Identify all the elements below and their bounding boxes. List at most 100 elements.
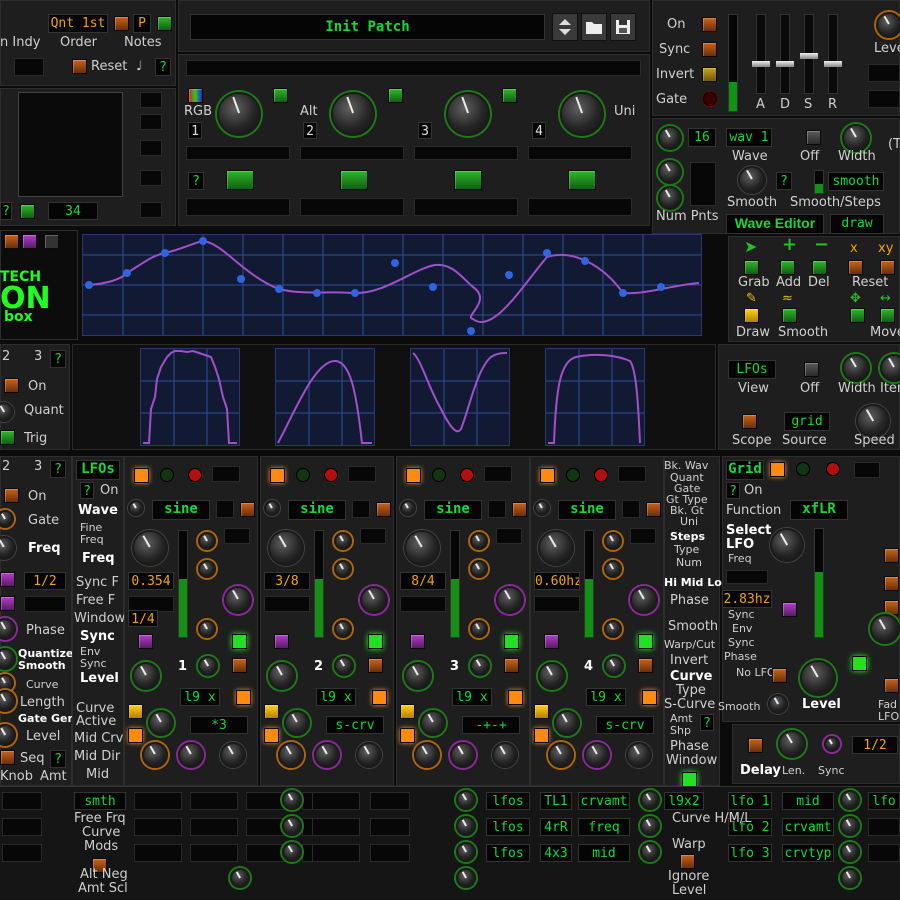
matrix-slot-0-y[interactable] bbox=[370, 792, 410, 810]
source-display[interactable]: grid bbox=[784, 412, 830, 431]
order-button[interactable] bbox=[114, 16, 129, 31]
lfo-4-freq-knob[interactable] bbox=[538, 530, 574, 566]
lfo-4-active-led[interactable] bbox=[540, 468, 555, 483]
lfo-2-sync-knob[interactable] bbox=[334, 560, 352, 578]
no-lfo-button[interactable] bbox=[772, 668, 787, 683]
lfo-1-curve-knob[interactable] bbox=[148, 710, 174, 736]
left-matrix-slot-2[interactable] bbox=[2, 844, 42, 862]
lfo-4-curve-display[interactable]: s-crv bbox=[596, 716, 654, 734]
lfo-4-curve-button[interactable] bbox=[642, 690, 657, 705]
wave-help-button[interactable]: ? bbox=[776, 172, 792, 190]
view-off-button[interactable] bbox=[804, 362, 819, 377]
delay-display[interactable]: 1/2 bbox=[852, 736, 898, 754]
lfo-3-mid-crv-knob[interactable] bbox=[414, 742, 440, 768]
lfo-4-phase-knob[interactable] bbox=[630, 586, 658, 614]
grid-row-src-2[interactable]: lfo 3 bbox=[728, 844, 772, 862]
lfo-2-freq-display[interactable]: 3/8 bbox=[264, 572, 310, 590]
lfo-3-curve-knob[interactable] bbox=[420, 710, 446, 736]
lfo-1-wave-knob[interactable] bbox=[128, 500, 144, 516]
lfo-1-sub-display[interactable]: 1/4 bbox=[128, 610, 158, 627]
save-patch-button[interactable] bbox=[610, 13, 636, 41]
grid-btn-d[interactable] bbox=[884, 678, 899, 693]
left-toggle[interactable] bbox=[20, 204, 35, 219]
lfo-left-help[interactable]: ? bbox=[50, 460, 66, 478]
grid-btn-a[interactable] bbox=[884, 548, 899, 563]
draw-button[interactable] bbox=[744, 308, 759, 323]
lfo-2-sync-mod[interactable] bbox=[274, 634, 289, 649]
select-lfo-knob[interactable] bbox=[770, 528, 804, 562]
lfo-3-freq-display[interactable]: 8/4 bbox=[400, 572, 446, 590]
lfo-4-freq-display[interactable]: 0.60hz bbox=[534, 572, 580, 590]
grid-row-extra-2[interactable] bbox=[868, 844, 900, 862]
lfo-4-sync-knob[interactable] bbox=[604, 560, 622, 578]
lfo-4-invert-button[interactable] bbox=[638, 658, 653, 673]
lfo-1-curve-display[interactable]: *3 bbox=[190, 716, 248, 734]
lfo-1-sync-knob[interactable] bbox=[198, 560, 216, 578]
env-level-knob[interactable] bbox=[876, 12, 900, 38]
lfo-1-level-knob[interactable] bbox=[132, 662, 160, 690]
lfo-1-fine-knob[interactable] bbox=[198, 532, 216, 550]
macro-3-button[interactable] bbox=[502, 88, 517, 103]
num-knob[interactable] bbox=[658, 160, 682, 184]
matrix-knob-b-1[interactable] bbox=[456, 816, 476, 836]
lfo-2-sync-led[interactable] bbox=[368, 634, 383, 649]
reset-x-button[interactable] bbox=[848, 260, 863, 275]
notes-button[interactable] bbox=[157, 16, 172, 31]
lfo-3-phase-knob[interactable] bbox=[496, 586, 524, 614]
draw-mode-display[interactable]: draw bbox=[830, 214, 884, 234]
seq-help-button[interactable]: ? bbox=[50, 750, 66, 768]
macro-3-target[interactable] bbox=[414, 198, 518, 216]
macro-1-toggle[interactable] bbox=[226, 170, 254, 190]
length-display[interactable]: 1634 bbox=[48, 202, 98, 220]
macro-4-toggle[interactable] bbox=[568, 170, 596, 190]
lfo-3-curve-display[interactable]: -+-+ bbox=[462, 716, 520, 734]
matrix-slot-1-1[interactable] bbox=[190, 818, 238, 836]
lfo-1-wave-button[interactable] bbox=[240, 502, 255, 517]
grid-row-src-0[interactable]: lfo 1 bbox=[728, 792, 772, 810]
macro-2-button[interactable] bbox=[388, 88, 403, 103]
patch-name-display[interactable]: Init Patch bbox=[190, 14, 545, 40]
grid-row-knob-1[interactable] bbox=[840, 816, 860, 836]
lfo-3-sync-mod[interactable] bbox=[410, 634, 425, 649]
lfo-left-on-button[interactable] bbox=[4, 488, 19, 503]
matrix-dst-0[interactable]: crvamt bbox=[578, 792, 630, 810]
lfo-2-curve-button[interactable] bbox=[372, 690, 387, 705]
lfo-3-curve-active[interactable] bbox=[400, 704, 415, 719]
delay-button[interactable] bbox=[748, 738, 763, 753]
brand-btn-1[interactable] bbox=[4, 234, 19, 249]
lfo-col-help[interactable]: ? bbox=[80, 482, 94, 499]
scope-button[interactable] bbox=[742, 414, 757, 429]
lfo-2-fine-knob[interactable] bbox=[334, 532, 352, 550]
lfo-1-invert-button[interactable] bbox=[232, 658, 247, 673]
lfo-3-mid-dir-knob[interactable] bbox=[450, 742, 476, 768]
wave-off-button[interactable] bbox=[806, 130, 821, 145]
iter-knob[interactable] bbox=[880, 354, 900, 382]
lfo-3-active-led[interactable] bbox=[406, 468, 421, 483]
matrix-knob-bottom-1[interactable] bbox=[230, 868, 250, 888]
grab-button[interactable] bbox=[744, 260, 759, 275]
lfo-1-mult-display[interactable]: l9 x bbox=[180, 688, 220, 706]
lfo-2-curve-active[interactable] bbox=[264, 704, 279, 719]
matrix-via-1[interactable]: 4rR bbox=[540, 818, 572, 836]
lfo-2-active-led[interactable] bbox=[270, 468, 285, 483]
macro-2-target[interactable] bbox=[300, 198, 404, 216]
trig-button[interactable] bbox=[0, 430, 15, 445]
matrix-src-0[interactable]: lfos bbox=[486, 792, 530, 810]
macro-2-knob[interactable] bbox=[331, 92, 375, 136]
lfo-2-window-knob[interactable] bbox=[334, 620, 352, 638]
lfo-2-curve-display[interactable]: s-crv bbox=[326, 716, 384, 734]
phase-mod-button[interactable] bbox=[0, 596, 15, 611]
lfo-3-sync-led[interactable] bbox=[504, 634, 519, 649]
lfo-4-env-knob[interactable] bbox=[604, 656, 624, 676]
macro-4-target[interactable] bbox=[528, 198, 632, 216]
grid-active-led[interactable] bbox=[852, 656, 867, 671]
quant-help-button[interactable]: ? bbox=[50, 350, 66, 368]
lfo-1-mid-crv-knob[interactable] bbox=[142, 742, 168, 768]
lfo-3-level-knob[interactable] bbox=[404, 662, 432, 690]
grid-row-extra-1[interactable] bbox=[868, 818, 900, 836]
steps-display[interactable]: 16 bbox=[688, 128, 716, 147]
wave-slider[interactable] bbox=[814, 170, 824, 194]
sustain-fader[interactable] bbox=[804, 14, 814, 94]
fade-knob[interactable] bbox=[870, 614, 900, 644]
patch-arrows-button[interactable] bbox=[552, 13, 578, 41]
